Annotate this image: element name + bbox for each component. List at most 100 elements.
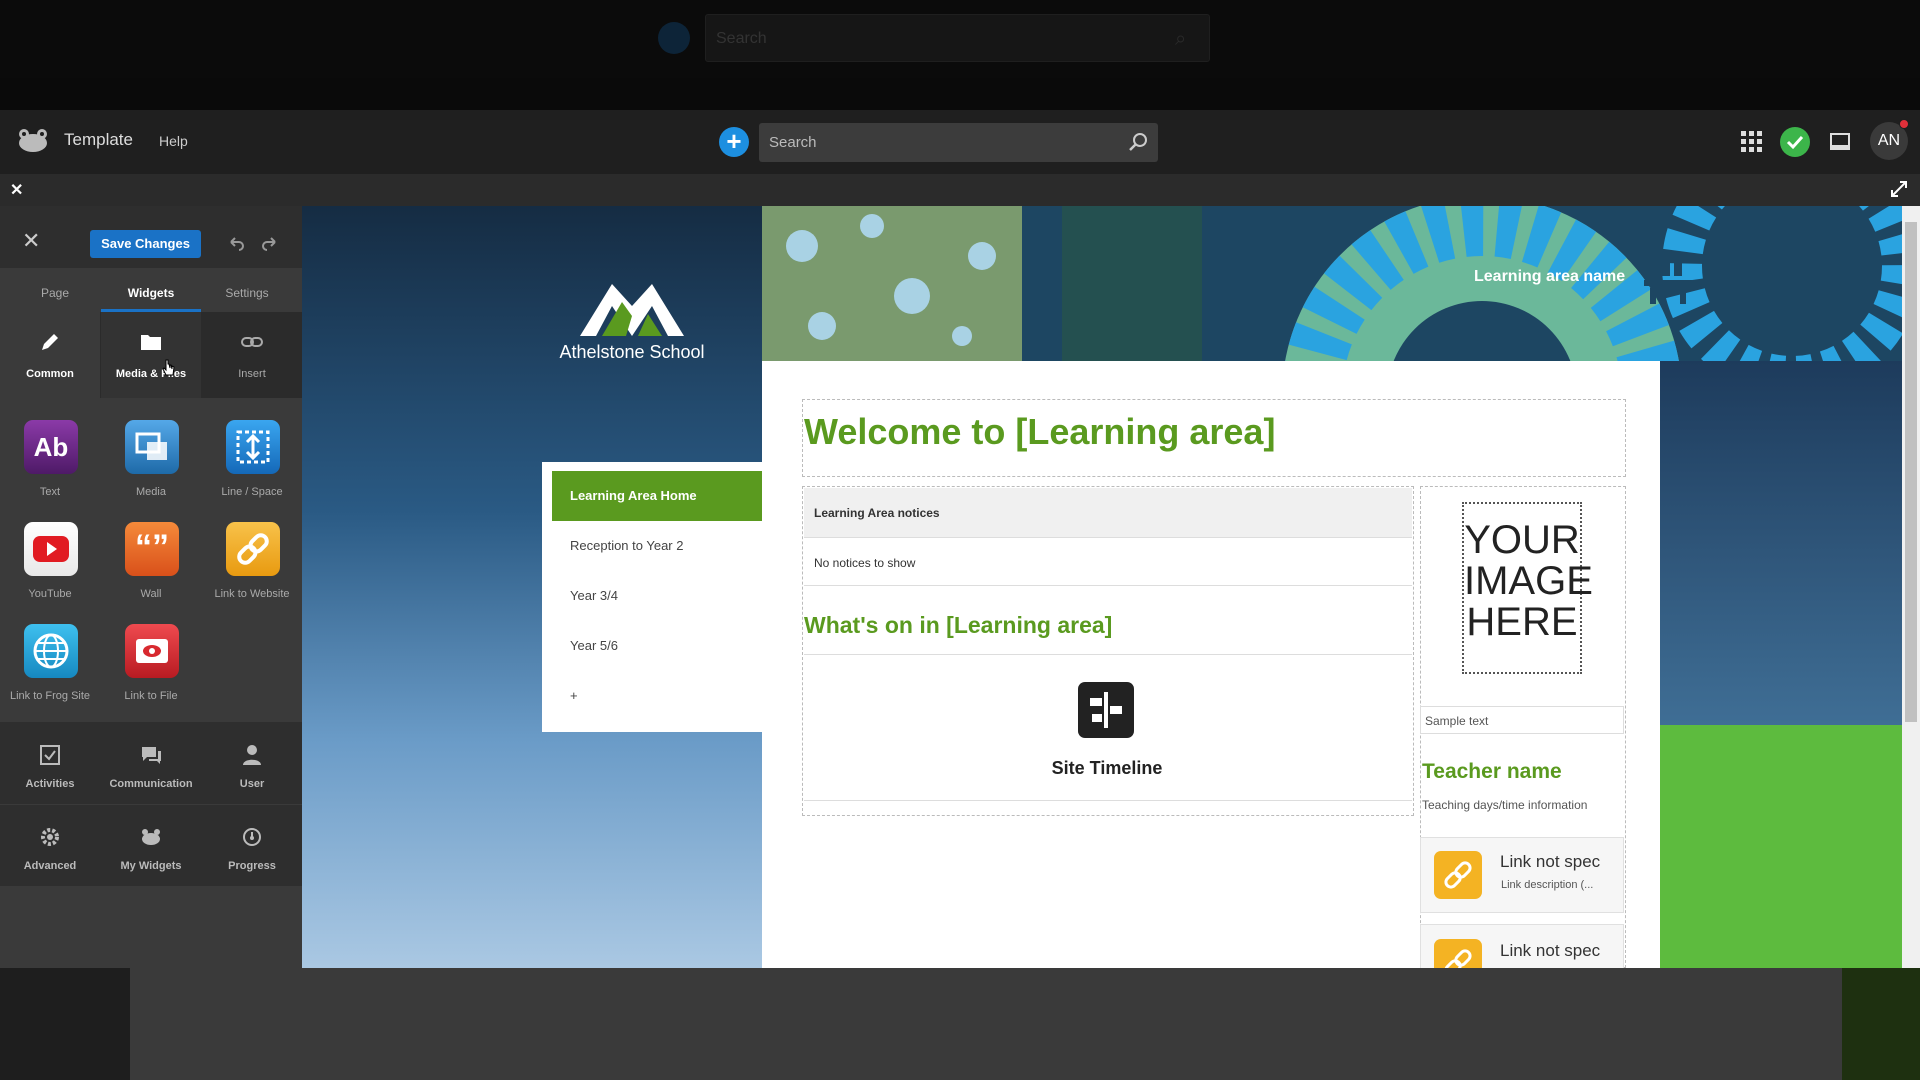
link-description: Link description (... <box>1501 879 1594 891</box>
frog-icon <box>142 829 160 845</box>
widget-youtube[interactable]: YouTube <box>0 522 100 622</box>
banner-image <box>762 206 1902 361</box>
building-icon <box>1644 260 1692 304</box>
widget-label: YouTube <box>28 588 72 600</box>
category-label: My Widgets <box>120 860 182 872</box>
tab-page[interactable]: Page <box>10 286 100 300</box>
globe-icon <box>24 624 78 678</box>
category-insert[interactable]: Insert <box>202 312 302 398</box>
expand-icon[interactable] <box>1890 180 1908 198</box>
youtube-icon <box>24 522 78 576</box>
save-changes-button[interactable]: Save Changes <box>90 230 201 258</box>
widget-link-to-frog-site[interactable]: Link to Frog Site <box>0 624 100 724</box>
widget-media[interactable]: Media <box>101 420 201 520</box>
page-preview: Athelstone School Learning area name Lea… <box>302 206 1902 968</box>
school-logo-icon <box>580 284 684 336</box>
media-icon <box>125 420 179 474</box>
background-search-icon: ⌕ <box>1175 28 1187 50</box>
apps-grid-icon[interactable] <box>1740 130 1764 154</box>
nav-year-5-6[interactable]: Year 5/6 <box>552 621 762 671</box>
link-title: Link not spec <box>1500 852 1601 871</box>
category-communication[interactable]: Communication <box>101 730 201 810</box>
widget-line-space[interactable]: Line / Space <box>202 420 302 520</box>
line-space-icon <box>226 420 280 474</box>
widget-label: Text <box>39 486 61 498</box>
category-label: User <box>239 778 265 790</box>
category-label: Advanced <box>23 860 77 872</box>
nav-reception-to-year-2[interactable]: Reception to Year 2 <box>552 521 762 571</box>
background-side <box>1842 968 1920 1080</box>
learning-area-name: Learning area name <box>1474 268 1626 285</box>
mouse-cursor-icon <box>162 359 175 376</box>
tab-settings[interactable]: Settings <box>202 286 292 300</box>
user-icon <box>243 745 261 765</box>
search-box[interactable] <box>759 123 1158 162</box>
category-activities[interactable]: Activities <box>0 730 100 810</box>
sample-text[interactable]: Sample text <box>1420 706 1624 734</box>
background-search-field: Search <box>705 14 1210 62</box>
scrollbar-thumb[interactable] <box>1905 222 1917 722</box>
chain-link-icon <box>241 337 263 347</box>
category-label: Common <box>26 368 74 380</box>
category-user[interactable]: User <box>202 730 302 810</box>
widget-text[interactable]: Ab Text <box>0 420 100 520</box>
widget-label: Media <box>136 486 166 498</box>
category-my-widgets[interactable]: My Widgets <box>101 812 201 892</box>
background-logo-icon <box>658 22 690 54</box>
panel-close-icon[interactable]: ✕ <box>22 228 48 254</box>
category-media-files[interactable]: Media & Files <box>101 312 201 398</box>
search-input[interactable] <box>759 123 1158 162</box>
divider <box>804 800 1412 801</box>
category-common[interactable]: Common <box>0 312 100 398</box>
close-editor-icon[interactable]: ✕ <box>10 180 28 199</box>
file-link-icon <box>125 624 179 678</box>
add-button[interactable]: + <box>719 127 749 157</box>
widget-label: Wall <box>140 588 162 600</box>
background-content <box>130 968 1850 1080</box>
search-icon[interactable] <box>1127 131 1149 153</box>
status-check-icon[interactable] <box>1780 127 1810 157</box>
widget-link-to-file[interactable]: Link to File <box>101 624 201 724</box>
help-link[interactable]: Help <box>159 133 188 149</box>
link-icon <box>1434 939 1482 968</box>
whats-on-title: What's on in [Learning area] <box>804 612 1113 638</box>
link-title: Link not spec <box>1500 941 1601 960</box>
category-label: Activities <box>25 778 75 790</box>
nav-learning-area-home[interactable]: Learning Area Home <box>552 471 762 521</box>
wall-icon: “” <box>125 522 179 576</box>
redo-icon[interactable] <box>261 235 279 253</box>
widget-wall[interactable]: “” Wall <box>101 522 201 622</box>
school-name: Athelstone School <box>559 342 705 362</box>
widget-link-to-website[interactable]: Link to Website <box>202 522 302 622</box>
teaching-info: Teaching days/time information <box>1422 798 1588 812</box>
app-title[interactable]: Template <box>64 130 133 150</box>
link-icon <box>226 522 280 576</box>
checkbox-icon <box>40 745 60 765</box>
category-label: Media & Files <box>115 368 187 380</box>
nav-add-page[interactable]: + <box>552 671 762 721</box>
gear-icon <box>41 828 59 846</box>
category-advanced[interactable]: Advanced <box>0 812 100 892</box>
teacher-name: Teacher name <box>1422 760 1562 783</box>
widget-label: Line / Space <box>221 486 283 498</box>
widget-label: Link to Website <box>214 588 290 600</box>
nav-year-3-4[interactable]: Year 3/4 <box>552 571 762 621</box>
notices-title: Learning Area notices <box>804 488 1412 538</box>
widget-label: Link to File <box>124 690 178 702</box>
tab-widgets[interactable]: Widgets <box>106 286 196 300</box>
folder-icon <box>141 335 161 350</box>
frog-logo-icon[interactable] <box>16 128 50 154</box>
device-icon[interactable] <box>1829 131 1851 153</box>
category-progress[interactable]: Progress <box>202 812 302 892</box>
notices-empty-text: No notices to show <box>804 538 1412 586</box>
divider <box>804 654 1412 655</box>
editor-bar <box>0 174 1920 206</box>
site-timeline-icon <box>1078 682 1134 738</box>
undo-icon[interactable] <box>227 235 245 253</box>
category-label: Insert <box>238 368 266 380</box>
pencil-icon <box>42 334 58 350</box>
notification-badge <box>1899 119 1909 129</box>
image-placeholder[interactable]: YOUR IMAGE HERE <box>1462 502 1593 674</box>
site-timeline-label: Site Timeline <box>1051 758 1163 778</box>
widget-label: Link to Frog Site <box>9 690 91 702</box>
